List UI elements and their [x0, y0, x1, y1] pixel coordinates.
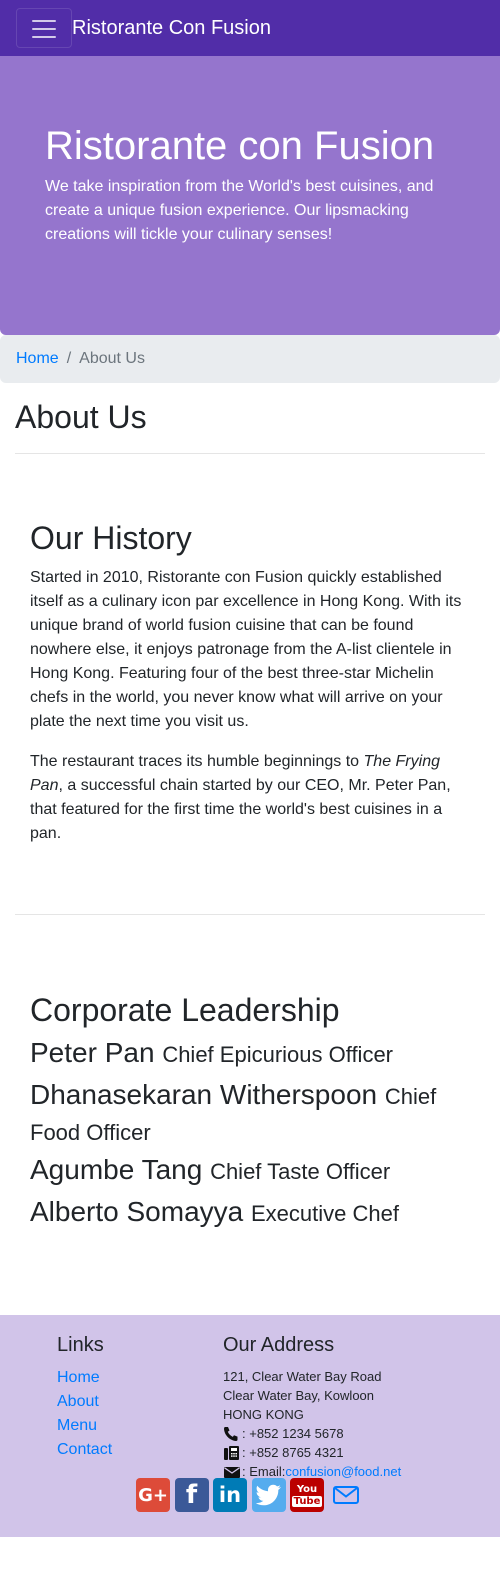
address-line: 121, Clear Water Bay Road [223, 1369, 382, 1384]
navbar: Ristorante Con Fusion [0, 0, 500, 56]
leader-role: Executive Chef [251, 1201, 399, 1226]
linkedin-icon[interactable]: in [213, 1478, 247, 1512]
breadcrumb-separator: / [66, 350, 72, 367]
leader-item: Alberto Somayya Executive Chef [30, 1195, 470, 1231]
footer-link-home[interactable]: Home [57, 1369, 100, 1386]
footer-link-item: Home [57, 1366, 112, 1390]
navbar-toggler-button[interactable] [16, 8, 72, 48]
divider [15, 914, 485, 915]
phone-number: : +852 1234 5678 [242, 1426, 344, 1441]
leader-name: Dhanasekaran Witherspoon [30, 1079, 378, 1110]
leadership-heading: Corporate Leadership [30, 992, 340, 1028]
footer-link-item: Menu [57, 1414, 112, 1438]
breadcrumb: Home / About Us [0, 335, 500, 383]
divider [15, 453, 485, 454]
address-line: Clear Water Bay, Kowloon [223, 1388, 375, 1403]
leader-name: Peter Pan [30, 1037, 155, 1068]
history-paragraph-1: Started in 2010, Ristorante con Fusion q… [30, 569, 462, 730]
footer-link-menu[interactable]: Menu [57, 1417, 97, 1434]
fax-number: : +852 8765 4321 [242, 1445, 344, 1460]
jumbotron-text: We take inspiration from the World's bes… [45, 178, 434, 243]
leader-item: Peter Pan Chief Epicurious Officer [30, 1036, 470, 1072]
google-plus-icon[interactable]: G+ [136, 1478, 170, 1512]
fax-icon [224, 1445, 239, 1460]
phone-icon [224, 1426, 238, 1441]
history-paragraph-2: The restaurant traces its humble beginni… [30, 753, 451, 842]
fax-line: : +852 8765 4321 [223, 1443, 401, 1462]
facebook-icon[interactable]: f [174, 1478, 209, 1512]
footer-address-heading: Our Address [223, 1334, 335, 1356]
leader-role: Chief Epicurious Officer [162, 1042, 394, 1067]
page-title: About Us [15, 399, 147, 435]
leader-role: Chief Taste Officer [210, 1159, 391, 1184]
phone-line: : +852 1234 5678 [223, 1424, 401, 1443]
footer-links-heading: Links [57, 1334, 104, 1356]
leader-name: Alberto Somayya [30, 1196, 244, 1227]
footer-link-item: Contact [57, 1438, 112, 1462]
twitter-icon[interactable] [251, 1478, 286, 1512]
leader-item: Dhanasekaran Witherspoon Chief Food Offi… [30, 1078, 470, 1150]
mail-icon[interactable] [329, 1478, 363, 1512]
breadcrumb-current: About Us [79, 350, 145, 367]
navbar-brand[interactable]: Ristorante Con Fusion [72, 15, 271, 41]
footer-link-item: About [57, 1390, 112, 1414]
breadcrumb-home-link[interactable]: Home [16, 347, 59, 371]
history-heading: Our History [30, 520, 192, 556]
leader-name: Agumbe Tang [30, 1154, 203, 1185]
leader-item: Agumbe Tang Chief Taste Officer [30, 1153, 470, 1189]
footer: Links Home About Menu Contact Our Addres… [0, 1315, 500, 1537]
footer-links: Home About Menu Contact [57, 1366, 112, 1462]
footer-address: 121, Clear Water Bay Road Clear Water Ba… [223, 1367, 401, 1481]
footer-link-contact[interactable]: Contact [57, 1441, 112, 1458]
jumbotron: Ristorante con Fusion We take inspiratio… [0, 56, 500, 335]
footer-link-about[interactable]: About [57, 1393, 99, 1410]
social-buttons: G+ f in You Tube [136, 1478, 367, 1512]
youtube-icon[interactable]: You Tube [290, 1478, 324, 1512]
jumbotron-title: Ristorante con Fusion [45, 124, 435, 168]
address-line: HONG KONG [223, 1407, 304, 1422]
hamburger-menu-icon [32, 20, 56, 22]
